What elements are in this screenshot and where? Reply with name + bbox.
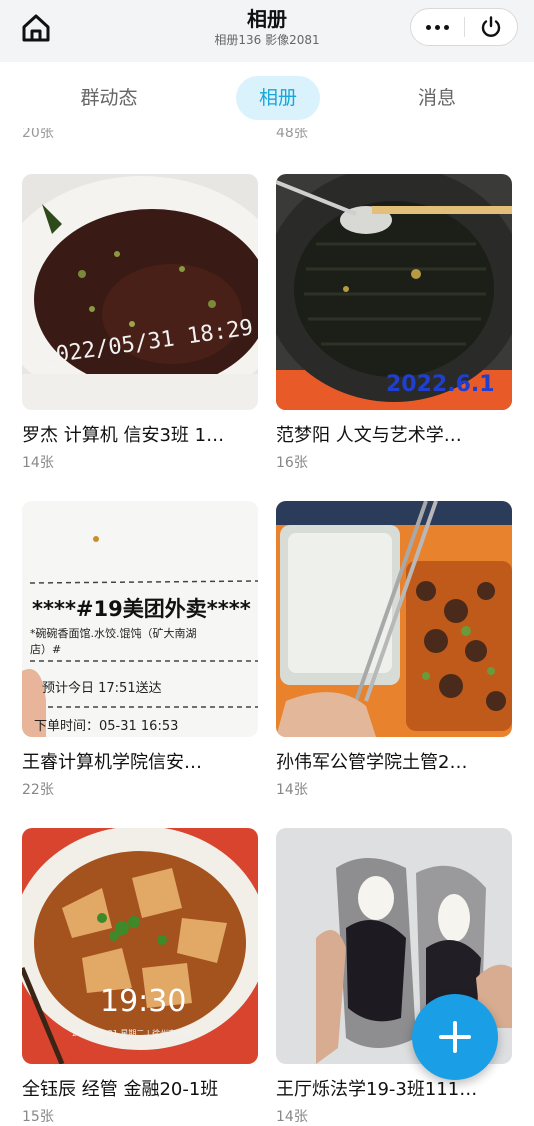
power-icon (481, 16, 500, 37)
photo-timestamp: 2022.6.1 (386, 372, 495, 397)
photo-location-stamp: 2022.05.31 星期二 | 徐州市竹苑 (72, 1029, 193, 1038)
album-thumbnail[interactable] (276, 501, 512, 737)
album-title: 孙伟军公管学院土管2… (276, 752, 468, 773)
top-bar: 相册 相册136 影像2081 (0, 0, 534, 62)
album-page: 相册 相册136 影像2081 群动态 相册 消息 20张 48张 2022/0… (0, 0, 534, 1126)
tab-group-feed[interactable]: 群动态 (66, 76, 152, 120)
receipt-line: 店）# (30, 643, 62, 656)
album-count: 14张 (276, 782, 308, 798)
album-title: 范梦阳 人文与艺术学… (276, 425, 462, 446)
album-thumbnail[interactable]: 2022/05/31 18:29 (22, 174, 258, 410)
album-count: 16张 (276, 455, 308, 471)
album-title: 全钰辰 经管 金融20-1班 (22, 1079, 219, 1100)
tab-messages[interactable]: 消息 (394, 76, 480, 120)
photo-time-stamp: 19:30 (100, 984, 187, 1019)
album-title: 罗杰 计算机 信安3班 1… (22, 425, 225, 446)
album-count: 14张 (276, 1109, 308, 1125)
album-count: 22张 (22, 782, 54, 798)
album-count: 15张 (22, 1109, 54, 1125)
more-icon (425, 24, 449, 30)
album-card[interactable]: 19:30 2022.05.31 星期二 | 徐州市竹苑 全钰辰 经管 金融20… (22, 828, 258, 1126)
receipt-line: 预计今日 17:51送达 (42, 681, 162, 696)
album-title: 王厅烁法学19-3班111… (276, 1079, 478, 1100)
tab-bar: 群动态 相册 消息 (0, 62, 534, 132)
cutoff-count-right: 48张 (276, 128, 308, 141)
album-thumbnail[interactable]: 2022.6.1 (276, 174, 512, 410)
miniprogram-capsule (410, 8, 518, 46)
more-button[interactable] (411, 9, 464, 45)
tab-albums[interactable]: 相册 (236, 76, 320, 120)
receipt-line: *碗碗香面馆.水饺.馄饨（矿大南湖 (30, 627, 197, 640)
album-card[interactable]: 2022.6.1 范梦阳 人文与艺术学… 16张 (276, 174, 512, 472)
receipt-line: 下单时间：05-31 16:53 (34, 719, 179, 734)
album-card[interactable]: ****#19美团外卖**** *碗碗香面馆.水饺.馄饨（矿大南湖 店）# 预计… (22, 501, 258, 799)
album-card[interactable]: 2022/05/31 18:29 罗杰 计算机 信安3班 1… 14张 (22, 174, 258, 472)
album-title: 王睿计算机学院信安… (22, 752, 202, 773)
album-card[interactable]: 孙伟军公管学院土管2… 14张 (276, 501, 512, 799)
album-count: 14张 (22, 455, 54, 471)
cutoff-count-left: 20张 (22, 128, 54, 141)
receipt-heading: ****#19美团外卖**** (32, 597, 251, 621)
close-button[interactable] (465, 9, 518, 45)
album-thumbnail[interactable]: 19:30 2022.05.31 星期二 | 徐州市竹苑 (22, 828, 258, 1064)
album-thumbnail[interactable]: ****#19美团外卖**** *碗碗香面馆.水饺.馄饨（矿大南湖 店）# 预计… (22, 501, 258, 737)
create-album-button[interactable] (412, 994, 498, 1080)
album-card[interactable]: 王厅烁法学19-3班111… 14张 (276, 828, 512, 1126)
plus-icon (439, 1021, 471, 1053)
